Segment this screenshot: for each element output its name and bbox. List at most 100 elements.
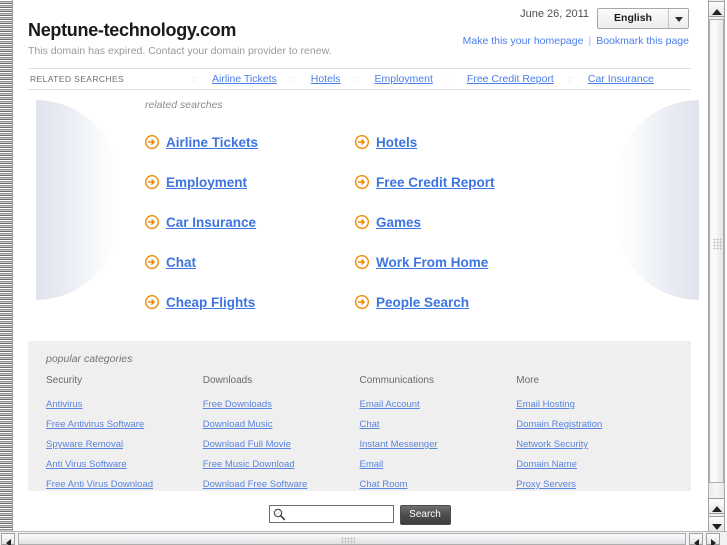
category-column-title: Downloads — [202, 375, 253, 386]
category-link-free-downloads[interactable]: Free Downloads — [203, 395, 360, 415]
nav-link-car-insurance[interactable]: Car Insurance — [588, 73, 654, 85]
category-link-free-anti-virus-download[interactable]: Free Anti Virus Download — [46, 475, 203, 495]
arrow-right-circle-icon — [354, 294, 370, 310]
search-field[interactable] — [268, 505, 394, 523]
nav-link-employment[interactable]: Employment — [375, 73, 433, 85]
search-input[interactable] — [287, 506, 391, 522]
nav-separator: :: — [191, 74, 199, 84]
related-link-label: People Search — [376, 294, 470, 310]
related-link-car-insurance[interactable]: Car Insurance — [144, 202, 355, 242]
nav-separator: :: — [446, 74, 454, 84]
category-link-spyware-removal[interactable]: Spyware Removal — [46, 435, 203, 455]
category-link-email-account[interactable]: Email Account — [360, 395, 517, 415]
arrow-right-circle-icon — [144, 214, 160, 230]
arrow-right-circle-icon — [354, 254, 370, 270]
arrow-right-circle-icon — [144, 174, 160, 190]
scroll-down-button[interactable] — [708, 516, 725, 532]
category-link-antivirus[interactable]: Antivirus — [46, 395, 203, 415]
arrow-right-circle-icon — [354, 214, 370, 230]
category-link-domain-name[interactable]: Domain Name — [516, 455, 673, 475]
left-striped-gutter — [0, 0, 13, 531]
related-link-chat[interactable]: Chat — [144, 242, 355, 282]
arrow-right-circle-icon — [354, 174, 370, 190]
category-link-domain-registration[interactable]: Domain Registration — [516, 415, 673, 435]
popular-categories-heading: popular categories — [46, 353, 133, 365]
related-searches-heading: related searches — [145, 99, 223, 111]
category-link-email-hosting[interactable]: Email Hosting — [516, 395, 673, 415]
scroll-up-button-secondary[interactable] — [708, 498, 725, 514]
search-button[interactable]: Search — [399, 505, 451, 525]
nav-link-free-credit-report[interactable]: Free Credit Report — [467, 73, 554, 85]
related-link-people-search[interactable]: People Search — [354, 282, 565, 322]
chevron-down-icon[interactable] — [668, 9, 688, 28]
category-column-more: More Email Hosting Domain Registration N… — [516, 375, 673, 495]
category-link-email[interactable]: Email — [360, 455, 517, 475]
category-link-network-security[interactable]: Network Security — [516, 435, 673, 455]
decorative-arc-left — [36, 100, 120, 300]
header-right-cluster: June 26, 2011 English Make this your hom… — [463, 8, 689, 47]
category-column-title: Security — [46, 375, 83, 386]
scroll-left-button-secondary[interactable] — [689, 533, 703, 545]
category-link-download-free-software[interactable]: Download Free Software — [203, 475, 360, 495]
arrow-right-circle-icon — [144, 294, 160, 310]
scroll-up-button[interactable] — [708, 1, 725, 17]
category-column-title: Communications — [359, 375, 434, 386]
related-link-label: Hotels — [376, 134, 418, 150]
horizontal-scrollbar[interactable] — [0, 531, 727, 545]
vertical-scrollbar[interactable] — [705, 0, 727, 532]
category-link-chat[interactable]: Chat — [360, 415, 517, 435]
related-link-free-credit-report[interactable]: Free Credit Report — [354, 162, 565, 202]
related-searches-nav: RELATED SEARCHES :: Airline Tickets :: H… — [28, 68, 691, 90]
page-header: June 26, 2011 English Make this your hom… — [14, 0, 705, 68]
header-links-divider: | — [588, 35, 592, 47]
category-column-downloads: Downloads Free Downloads Download Music … — [203, 375, 360, 495]
category-link-proxy-servers[interactable]: Proxy Servers — [516, 475, 673, 495]
category-link-free-music-download[interactable]: Free Music Download — [203, 455, 360, 475]
language-select[interactable]: English — [597, 8, 689, 29]
related-searches-grid: Airline Tickets Hotels Employment Free C… — [144, 122, 645, 322]
related-link-label: Car Insurance — [166, 214, 257, 230]
related-searches-nav-label: RELATED SEARCHES — [30, 74, 125, 84]
language-select-label: English — [614, 12, 652, 24]
browser-window: June 26, 2011 English Make this your hom… — [0, 0, 727, 545]
nav-separator: :: — [354, 74, 361, 84]
make-homepage-link[interactable]: Make this your homepage — [463, 35, 584, 47]
related-link-label: Games — [376, 214, 422, 230]
category-column-title: More — [516, 375, 540, 386]
scroll-right-button[interactable] — [706, 533, 720, 545]
category-link-chat-room[interactable]: Chat Room — [360, 475, 517, 495]
category-column-communications: Communications Email Account Chat Instan… — [360, 375, 517, 495]
related-link-airline-tickets[interactable]: Airline Tickets — [144, 122, 355, 162]
related-link-label: Airline Tickets — [166, 134, 259, 150]
category-link-download-music[interactable]: Download Music — [203, 415, 360, 435]
related-link-games[interactable]: Games — [354, 202, 565, 242]
related-link-employment[interactable]: Employment — [144, 162, 355, 202]
category-column-security: Security Antivirus Free Antivirus Softwa… — [46, 375, 203, 495]
related-link-label: Chat — [166, 254, 196, 270]
related-searches-section: related searches Airline Tickets Hotels — [14, 90, 705, 335]
horizontal-scrollbar-thumb[interactable] — [18, 533, 686, 545]
category-link-download-full-movie[interactable]: Download Full Movie — [203, 435, 360, 455]
vertical-scrollbar-thumb[interactable] — [709, 19, 724, 483]
category-link-instant-messenger[interactable]: Instant Messenger — [360, 435, 517, 455]
popular-categories-panel: popular categories Security Antivirus Fr… — [28, 341, 691, 491]
bookmark-page-link[interactable]: Bookmark this page — [596, 35, 689, 47]
arrow-right-circle-icon — [144, 134, 160, 150]
related-link-label: Cheap Flights — [166, 294, 256, 310]
search-bar: Search — [14, 505, 705, 531]
related-link-cheap-flights[interactable]: Cheap Flights — [144, 282, 355, 322]
related-link-work-from-home[interactable]: Work From Home — [354, 242, 565, 282]
category-link-anti-virus-software[interactable]: Anti Virus Software — [46, 455, 203, 475]
search-icon — [272, 507, 286, 521]
arrow-right-circle-icon — [144, 254, 160, 270]
current-date: June 26, 2011 — [520, 7, 589, 20]
nav-separator: :: — [290, 74, 297, 84]
nav-link-airline-tickets[interactable]: Airline Tickets — [212, 73, 277, 85]
category-link-free-antivirus-software[interactable]: Free Antivirus Software — [46, 415, 203, 435]
nav-link-hotels[interactable]: Hotels — [311, 73, 341, 85]
arrow-right-circle-icon — [354, 134, 370, 150]
scrollbar-grip-icon — [713, 238, 722, 250]
related-link-hotels[interactable]: Hotels — [354, 122, 565, 162]
scroll-left-button[interactable] — [1, 533, 15, 545]
nav-separator: :: — [567, 74, 575, 84]
